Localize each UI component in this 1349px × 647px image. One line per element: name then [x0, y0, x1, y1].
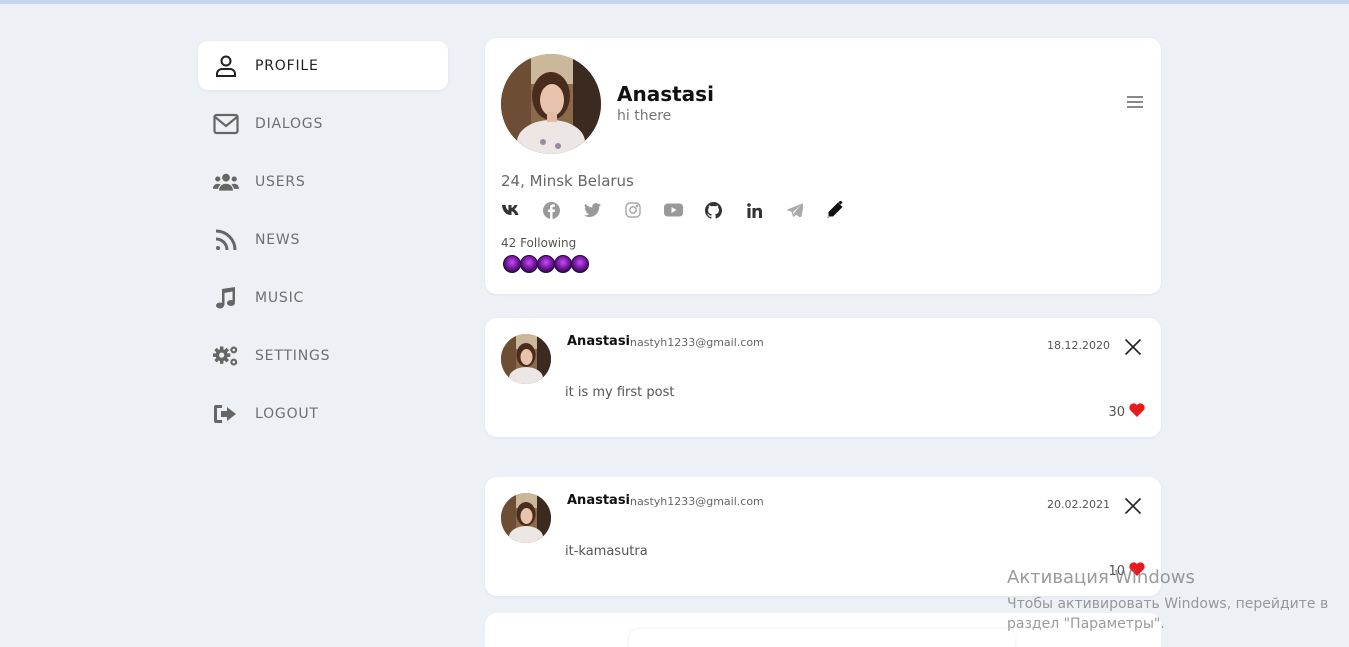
sidebar-item-label: PROFILE — [255, 57, 319, 74]
sidebar-item-label: NEWS — [255, 231, 301, 248]
profile-name: Anastasi — [617, 82, 714, 106]
edit-pencil-icon[interactable] — [825, 200, 845, 220]
linkedin-icon[interactable] — [744, 200, 764, 220]
telegram-icon[interactable] — [785, 200, 805, 220]
profile-card: Anastasi hi there 24, Minsk Belarus 42 F… — [485, 38, 1161, 294]
following-avatars — [503, 255, 589, 273]
post-author-avatar[interactable] — [501, 334, 551, 384]
watermark-line-2: раздел "Параметры". — [1007, 616, 1165, 632]
sidebar-item-users[interactable]: USERS — [198, 157, 448, 206]
sidebar-nav: PROFILE DIALOGS USERS NEWS MUSIC SETTING… — [198, 41, 448, 447]
sidebar-item-settings[interactable]: SETTINGS — [198, 331, 448, 380]
twitter-icon[interactable] — [582, 200, 602, 220]
vk-icon[interactable] — [501, 200, 521, 220]
friend-avatar[interactable] — [503, 255, 521, 273]
watermark-title: Активация Windows — [1007, 567, 1195, 588]
close-icon — [1124, 497, 1142, 515]
youtube-icon[interactable] — [663, 200, 683, 220]
post-text: it-kamasutra — [565, 544, 648, 559]
watermark-line-1: Чтобы активировать Windows, перейдите в — [1007, 596, 1329, 612]
post-author-email: nastyh1233@gmail.com — [630, 495, 764, 508]
sidebar-item-logout[interactable]: LOGOUT — [198, 389, 448, 438]
post-card: Anastasi nastyh1233@gmail.com 18.12.2020… — [485, 318, 1161, 437]
post-input-area[interactable] — [629, 629, 1015, 647]
user-icon — [213, 53, 239, 79]
hamburger-menu-icon[interactable] — [1127, 96, 1143, 110]
post-date: 18.12.2020 — [1047, 339, 1110, 352]
sidebar-item-label: LOGOUT — [255, 405, 319, 422]
likes-count: 30 — [1108, 404, 1125, 420]
post-author-avatar[interactable] — [501, 493, 551, 543]
envelope-icon — [213, 111, 239, 137]
friend-avatar[interactable] — [571, 255, 589, 273]
rss-icon — [213, 227, 239, 253]
post-date: 20.02.2021 — [1047, 498, 1110, 511]
sidebar-item-label: USERS — [255, 173, 306, 190]
following-count[interactable]: 42 Following — [501, 236, 576, 250]
sidebar-item-music[interactable]: MUSIC — [198, 273, 448, 322]
friend-avatar[interactable] — [520, 255, 538, 273]
post-author-name: Anastasi — [567, 334, 631, 349]
friend-avatar[interactable] — [537, 255, 555, 273]
post-author-email: nastyh1233@gmail.com — [630, 336, 764, 349]
sidebar-item-news[interactable]: NEWS — [198, 215, 448, 264]
sidebar-item-profile[interactable]: PROFILE — [198, 41, 448, 90]
post-author-name: Anastasi — [567, 493, 631, 508]
logout-icon — [213, 401, 239, 427]
music-icon — [213, 285, 239, 311]
friend-avatar[interactable] — [554, 255, 572, 273]
delete-post-button[interactable] — [1124, 497, 1142, 515]
users-icon — [213, 169, 239, 195]
facebook-icon[interactable] — [542, 200, 562, 220]
windows-activation-watermark: Активация Windows Чтобы активировать Win… — [1007, 567, 1328, 634]
github-icon[interactable] — [704, 200, 724, 220]
delete-post-button[interactable] — [1124, 338, 1142, 356]
social-links — [501, 200, 866, 220]
sidebar-item-dialogs[interactable]: DIALOGS — [198, 99, 448, 148]
gears-icon — [213, 343, 239, 369]
profile-status: hi there — [617, 108, 672, 124]
post-text: it is my first post — [565, 385, 675, 400]
profile-info: 24, Minsk Belarus — [501, 172, 634, 190]
close-icon — [1124, 338, 1142, 356]
sidebar-item-label: MUSIC — [255, 289, 305, 306]
profile-avatar[interactable] — [501, 54, 601, 154]
sidebar-item-label: SETTINGS — [255, 347, 331, 364]
heart-icon — [1129, 403, 1145, 421]
instagram-icon[interactable] — [623, 200, 643, 220]
window-top-border — [0, 0, 1349, 4]
like-button[interactable]: 30 — [1108, 403, 1145, 421]
sidebar-item-label: DIALOGS — [255, 115, 324, 132]
